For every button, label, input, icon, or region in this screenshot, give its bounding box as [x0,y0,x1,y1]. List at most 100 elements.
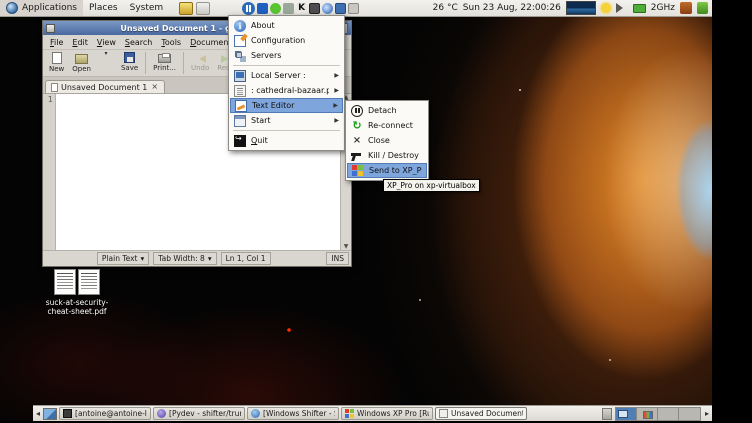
launcher-screenshot-icon[interactable] [196,2,210,15]
taskbar-window-windows-shifter[interactable]: [Windows Shifter - Shir... [247,407,339,420]
print-button[interactable]: Print... [150,51,179,73]
shifter-tray-menu: i About Configuration Servers Local Serv… [228,15,345,151]
applications-menu[interactable]: Applications [0,0,83,16]
desktop-file-icon[interactable]: suck-at-security- cheat-sheet.pdf [44,268,110,317]
shifter-tray-icon[interactable] [242,2,255,15]
battery-icon[interactable] [633,4,646,13]
scroll-down-icon[interactable]: ▼ [344,243,349,250]
menu-search[interactable]: Search [121,37,156,48]
taskbar-scroll-right-icon[interactable]: ▸ [704,409,710,418]
submenu-item-send-to-xp-pro[interactable]: Send to XP_Pro [347,163,427,178]
menu-item-quit[interactable]: Quit [230,133,343,148]
places-menu[interactable]: Places [83,0,124,16]
desktop-wallpaper: Applications Places System K [0,0,712,421]
bluetooth-icon[interactable] [257,3,268,14]
new-button[interactable]: New [46,51,67,74]
menu-item-servers[interactable]: Servers [230,48,343,63]
screen: Applications Places System K [0,0,752,423]
undo-button[interactable]: Undo [188,51,212,73]
tab-close-icon[interactable]: × [150,82,159,92]
submenu-item-reconnect[interactable]: ↻ Re-connect [347,118,427,133]
weather-icon[interactable] [566,1,596,15]
terminal-icon [63,409,72,418]
pdf-page-thumbnail [78,269,100,295]
printer-icon [158,54,171,63]
line-number-gutter: 1 [43,94,56,250]
panel-status-area: 26 °C Sun 23 Aug, 22:00:26 2GHz [433,1,712,15]
skype-icon[interactable] [270,3,281,14]
menu-item-about[interactable]: i About [230,18,343,33]
toolbar-separator [145,52,146,74]
save-button[interactable]: Save [118,51,141,73]
system-menu[interactable]: System [124,0,170,16]
menu-tools[interactable]: Tools [157,37,185,48]
taskbar-window-windows-xp-pro[interactable]: Windows XP Pro [Runni... [341,407,433,420]
menu-file[interactable]: File [46,37,67,48]
submenu-arrow-icon: ▶ [333,102,338,109]
menu-item-text-editor[interactable]: Text Editor ▶ [230,98,343,113]
start-window-icon [234,115,246,127]
clock[interactable]: Sun 23 Aug, 22:00:26 [463,3,561,13]
menu-edit[interactable]: Edit [68,37,92,48]
windows-flag-icon [345,409,354,418]
launcher-car-icon[interactable] [179,2,193,15]
taskbar-window-unsaved-document-label: Unsaved Document 1 ... [451,409,523,418]
menu-view[interactable]: View [93,37,120,48]
tab-width-combo[interactable]: Tab Width: 8 ▾ [153,252,216,265]
k-app-icon[interactable]: K [296,3,307,14]
screen-icon[interactable] [309,3,320,14]
menu-item-local-server-label: Local Server : [251,71,329,80]
workspace-2[interactable] [637,408,658,420]
taskbar-window-terminal[interactable]: [antoine@antoine-lapt... [59,407,151,420]
package-updates-icon[interactable] [680,2,692,14]
taskbar-window-unsaved-document[interactable]: Unsaved Document 1 ... [435,407,527,420]
monitor-icon[interactable] [335,3,346,14]
eclipse-icon [157,409,166,418]
menu-item-start-label: Start [251,116,329,125]
software-green-icon[interactable] [697,2,708,14]
submenu-arrow-icon: ▶ [334,117,339,124]
submenu-item-kill-destroy[interactable]: Kill / Destroy [347,148,427,163]
system-tray: K [242,2,359,15]
undo-arrow-icon [195,55,206,63]
globe-icon[interactable] [322,3,333,14]
brightness-sun-icon[interactable] [601,3,611,13]
window-icon[interactable] [348,3,359,14]
gedit-statusbar: Plain Text ▾ Tab Width: 8 ▾ Ln 1, Col 1 … [43,250,351,266]
menu-item-configuration[interactable]: Configuration [230,33,343,48]
workspace-1[interactable] [616,408,637,420]
workspace-4[interactable] [679,408,700,420]
submenu-item-close[interactable]: × Close [347,133,427,148]
detach-pause-icon [351,105,363,117]
document-tab[interactable]: Unsaved Document 1 × [45,80,165,93]
menu-separator [233,65,340,66]
menu-item-start[interactable]: Start ▶ [230,113,343,128]
chevron-down-icon: ▾ [208,254,212,263]
workspace-3[interactable] [658,408,679,420]
cpu-frequency[interactable]: 2GHz [651,3,675,13]
taskbar-scroll-left-icon[interactable]: ◂ [35,409,41,418]
menu-item-local-server[interactable]: Local Server : ▶ [230,68,343,83]
open-button[interactable]: Open [69,51,94,74]
speaker-icon[interactable] [616,3,628,13]
insert-mode-indicator: INS [326,252,349,265]
menu-item-text-editor-label: Text Editor [252,101,328,110]
print-button-label: Print... [153,64,176,72]
trash-icon[interactable] [602,408,612,420]
document-tab-label: Unsaved Document 1 [61,83,147,92]
desktop-file-label-line2: cheat-sheet.pdf [44,307,110,316]
open-dropdown-button[interactable]: ▾ [96,51,116,58]
language-combo[interactable]: Plain Text ▾ [97,252,149,265]
chevron-down-icon: ▾ [141,254,145,263]
menu-item-servers-label: Servers [251,51,339,60]
save-floppy-icon [124,52,135,63]
windows-flag-icon [352,165,364,177]
taskbar-window-pydev[interactable]: [Pydev - shifter/trunk/s... [153,407,245,420]
network-icon[interactable] [283,3,294,14]
open-button-label: Open [72,65,91,73]
open-folder-icon [75,54,88,64]
submenu-item-detach[interactable]: Detach [347,103,427,118]
submenu-item-close-label: Close [368,136,423,145]
show-desktop-button[interactable] [43,408,57,420]
menu-item-cathedral-bazaar[interactable]: : cathedral-bazaar.ps ▶ [230,83,343,98]
